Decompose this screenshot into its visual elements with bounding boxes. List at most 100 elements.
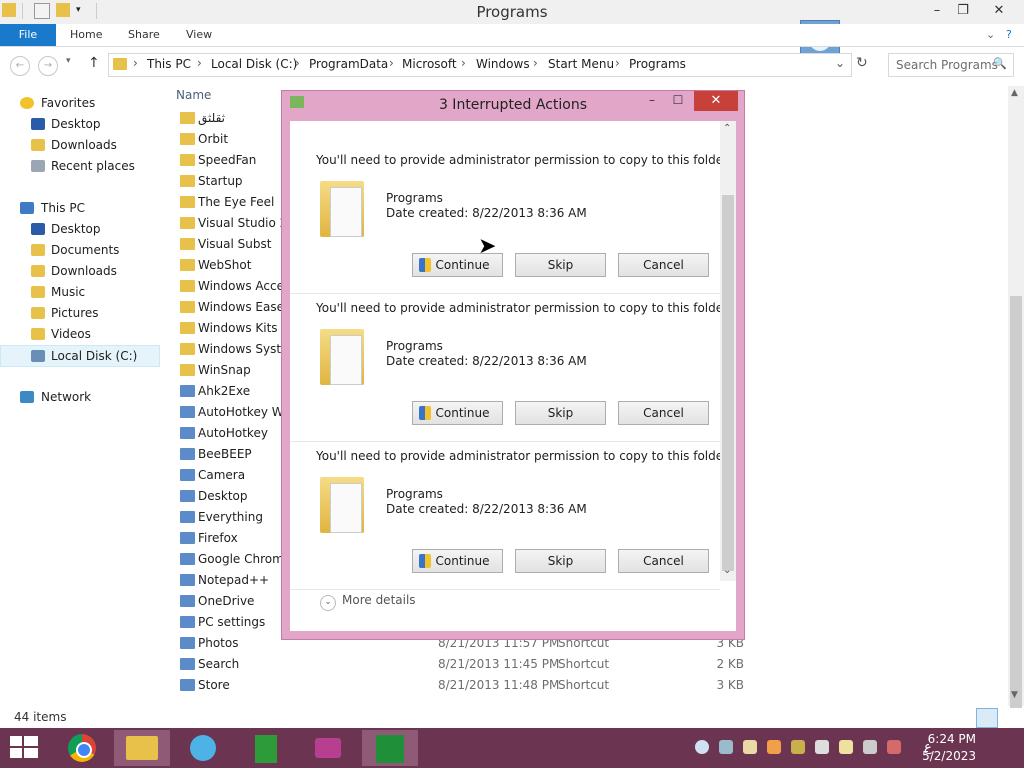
computer-icon (20, 202, 34, 214)
file-explorer-taskbar-button[interactable] (114, 730, 170, 766)
scroll-down-arrow-icon[interactable]: ▼ (1011, 690, 1018, 700)
nav-pc-local-disk[interactable]: Local Disk (C:) (0, 345, 160, 367)
nav-favorites-recent[interactable]: Recent places (0, 156, 158, 176)
chevron-down-icon[interactable]: ⌄ (986, 24, 995, 46)
dialog-minimize-button[interactable]: – (642, 93, 662, 109)
clock-time[interactable]: 6:24 PM (928, 732, 976, 746)
clock-date[interactable]: 5/2/2023 (922, 749, 976, 763)
nav-item-label: Videos (51, 327, 91, 341)
cancel-button[interactable]: Cancel (618, 549, 709, 573)
breadcrumb-separator[interactable]: › (461, 56, 466, 70)
skip-button[interactable]: Skip (515, 253, 606, 277)
breadcrumb-separator[interactable]: › (295, 56, 300, 70)
windows-start-button[interactable] (10, 736, 38, 760)
shortcut-icon (180, 406, 195, 418)
breadcrumb-programdata[interactable]: ProgramData (309, 57, 388, 71)
scroll-up-arrow-icon[interactable]: ▲ (1011, 88, 1018, 98)
breadcrumb-separator[interactable]: › (133, 56, 138, 70)
file-name: Startup (198, 174, 243, 188)
nav-pc-documents[interactable]: Documents (0, 240, 158, 260)
tab-home[interactable]: Home (70, 24, 102, 46)
nav-this-pc[interactable]: This PC (0, 198, 158, 218)
nav-favorites-downloads[interactable]: Downloads (0, 135, 158, 155)
mouse-cursor-icon: ➤ (478, 234, 497, 259)
chevron-down-icon[interactable]: ▾ (66, 56, 71, 66)
nav-pc-videos[interactable]: Videos (0, 324, 158, 344)
continue-button[interactable]: Continue (412, 549, 503, 573)
breadcrumb-windows[interactable]: Windows (476, 57, 530, 71)
breadcrumb-microsoft[interactable]: Microsoft (402, 57, 457, 71)
nav-pc-pictures[interactable]: Pictures (0, 303, 158, 323)
continue-button[interactable]: Continue (412, 401, 503, 425)
action-center-flag-icon[interactable] (839, 740, 853, 754)
chrome-taskbar-button[interactable] (56, 730, 112, 766)
download-tray-icon[interactable] (695, 740, 709, 754)
tab-file[interactable]: File (0, 24, 56, 46)
address-dropdown-icon[interactable]: ⌄ (835, 56, 845, 70)
folder-icon (180, 238, 195, 250)
table-row[interactable]: Search 8/21/2013 11:45 PM Shortcut 2 KB (176, 654, 1006, 675)
nav-network[interactable]: Network (0, 387, 158, 407)
folder-icon (180, 259, 195, 271)
tray-app-icon[interactable] (815, 740, 829, 754)
file-name: Search (198, 657, 240, 671)
documents-icon (31, 244, 45, 256)
column-header-name[interactable]: Name (176, 88, 211, 102)
search-input[interactable]: Search Programs 🔍 (888, 53, 1014, 77)
show-desktop-button[interactable] (1016, 728, 1024, 768)
nav-pc-downloads[interactable]: Downloads (0, 261, 158, 281)
cancel-button[interactable]: Cancel (618, 401, 709, 425)
breadcrumb-separator[interactable]: › (389, 56, 394, 70)
shortcut-icon (180, 595, 195, 607)
calculator-taskbar-button[interactable] (238, 730, 294, 766)
tray-app-icon[interactable] (743, 740, 757, 754)
nav-pc-music[interactable]: Music (0, 282, 158, 302)
help-icon[interactable]: ? (1006, 24, 1012, 46)
file-name: Windows Kits (198, 321, 278, 335)
tray-app-icon[interactable] (719, 740, 733, 754)
maximize-button[interactable]: ❐ (948, 0, 978, 22)
details-view-icon[interactable] (976, 708, 998, 728)
up-button[interactable]: ↑ (88, 55, 100, 71)
chart-app-taskbar-button[interactable] (362, 730, 418, 766)
photo-app-taskbar-button[interactable] (176, 730, 232, 766)
breadcrumb-separator[interactable]: › (615, 56, 620, 70)
breadcrumb-programs[interactable]: Programs (629, 57, 686, 71)
skip-button[interactable]: Skip (515, 401, 606, 425)
folder-icon (180, 364, 195, 376)
search-icon[interactable]: 🔍 (993, 57, 1007, 70)
scroll-down-arrow-icon[interactable]: ⌄ (723, 565, 731, 576)
tab-share[interactable]: Share (128, 24, 160, 46)
cancel-button[interactable]: Cancel (618, 253, 709, 277)
close-button[interactable]: ✕ (984, 0, 1014, 22)
table-row[interactable]: Store 8/21/2013 11:48 PM Shortcut 3 KB (176, 675, 1006, 696)
forward-button[interactable]: → (38, 56, 58, 76)
skip-button[interactable]: Skip (515, 549, 606, 573)
breadcrumb-start-menu[interactable]: Start Menu (548, 57, 614, 71)
more-details-toggle[interactable]: ⌄ More details (320, 593, 416, 611)
scroll-up-arrow-icon[interactable]: ⌃ (723, 123, 731, 134)
tray-app-icon[interactable] (767, 740, 781, 754)
dialog-maximize-button[interactable]: ☐ (668, 93, 688, 109)
volume-muted-icon[interactable] (887, 740, 901, 754)
tray-app-icon[interactable] (791, 740, 805, 754)
scrollbar-thumb[interactable] (722, 195, 734, 571)
breadcrumb-separator[interactable]: › (533, 56, 538, 70)
nav-favorites[interactable]: Favorites (0, 93, 158, 113)
camera-taskbar-button[interactable] (300, 730, 356, 766)
breadcrumb-this-pc[interactable]: This PC (147, 57, 191, 71)
dialog-close-button[interactable]: ✕ (694, 91, 738, 111)
nav-pc-desktop[interactable]: Desktop (0, 219, 158, 239)
breadcrumb-local-disk[interactable]: Local Disk (C:) (211, 57, 297, 71)
nav-favorites-desktop[interactable]: Desktop (0, 114, 158, 134)
network-tray-icon[interactable] (863, 740, 877, 754)
breadcrumb-separator[interactable]: › (197, 56, 202, 70)
tab-view[interactable]: View (186, 24, 212, 46)
large-icons-view-icon[interactable] (1000, 708, 1020, 726)
dialog-scrollbar[interactable]: ⌃ ⌄ (720, 121, 736, 581)
file-list-scrollbar[interactable]: ▲ ▼ (1008, 86, 1024, 764)
address-bar[interactable]: › This PC › Local Disk (C:) › ProgramDat… (108, 53, 852, 77)
refresh-button[interactable]: ↻ (856, 55, 868, 71)
back-button[interactable]: ← (10, 56, 30, 76)
chevron-down-icon[interactable]: ⌄ (320, 595, 336, 611)
